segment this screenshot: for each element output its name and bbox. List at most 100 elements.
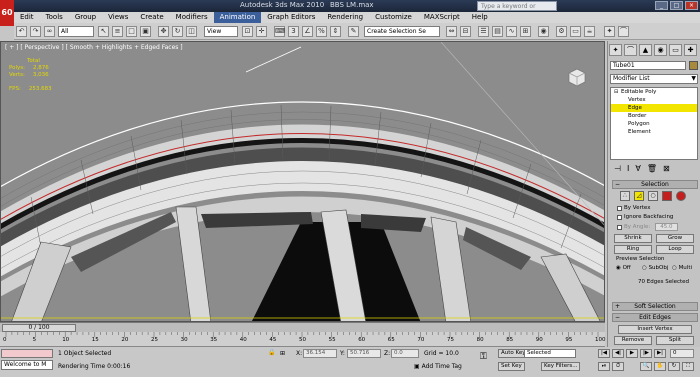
stack-item-vertex[interactable]: Vertex <box>611 96 697 104</box>
configure-sets-icon[interactable]: ⊠ <box>663 164 670 178</box>
modifier-list-dropdown[interactable]: Modifier List ▼ <box>610 74 698 84</box>
menu-rendering[interactable]: Rendering <box>321 12 369 23</box>
percent-snap-icon[interactable]: % <box>316 26 327 37</box>
edit-edges-rollout-header[interactable]: − Edit Edges <box>612 313 698 322</box>
scale-icon[interactable]: ◫ <box>186 26 197 37</box>
by-vertex-checkbox[interactable]: By Vertex <box>617 205 650 211</box>
viewport-label[interactable]: [ + ] [ Perspective ] [ Smooth + Highlig… <box>5 44 183 51</box>
angle-snap-icon[interactable]: ∠ <box>302 26 313 37</box>
current-frame-field[interactable]: 0 <box>670 349 694 358</box>
zoom-viewport-icon[interactable]: 🔍 <box>640 362 652 371</box>
rendered-frame-icon[interactable]: ▭ <box>570 26 581 37</box>
split-button[interactable]: Split <box>656 336 694 345</box>
keyboard-shortcut-icon[interactable]: ⌨ <box>274 26 285 37</box>
rotate-icon[interactable]: ↻ <box>172 26 183 37</box>
key-filters-button[interactable]: Key Filters... <box>541 362 581 371</box>
by-angle-checkbox[interactable]: By Angle: 45.0 <box>617 223 678 231</box>
move-icon[interactable]: ✥ <box>158 26 169 37</box>
menu-views[interactable]: Views <box>102 12 134 23</box>
lock-icon[interactable]: 🔒 <box>268 349 275 356</box>
graphite-icon[interactable]: ▤ <box>492 26 503 37</box>
utilities-tab-icon[interactable]: ✚ <box>684 44 697 56</box>
add-time-tag-button[interactable]: ▣ Add Time Tag <box>414 363 462 370</box>
menu-animation[interactable]: Animation <box>213 12 262 23</box>
mirror-icon[interactable]: ⇔ <box>446 26 457 37</box>
stack-item-polygon[interactable]: Polygon <box>611 120 697 128</box>
link-icon[interactable]: ∞ <box>44 26 55 37</box>
menu-help[interactable]: Help <box>466 12 494 23</box>
ring-button[interactable]: Ring <box>614 245 652 254</box>
border-level-icon[interactable]: ○ <box>648 191 658 201</box>
maximize-button[interactable]: □ <box>670 1 683 10</box>
key-mode-icon[interactable]: ⏯ <box>598 362 610 371</box>
remove-modifier-icon[interactable]: 🗑 <box>647 164 657 178</box>
menu-tools[interactable]: Tools <box>40 12 69 23</box>
track-bar[interactable]: 0 5 10 15 20 25 30 35 40 45 50 55 60 65 70 75 80 85 90 95 10… <box>0 332 606 347</box>
menu-graph-editors[interactable]: Graph Editors <box>261 12 321 23</box>
time-slider[interactable]: 0 / 100 <box>2 324 76 332</box>
stack-item-edge[interactable]: Edge <box>611 104 697 112</box>
edge-level-icon[interactable]: ◿ <box>634 191 644 201</box>
cmd-create-tab-icon[interactable]: ✦ <box>604 26 615 37</box>
soft-selection-rollout-header[interactable]: + Soft Selection <box>612 302 698 311</box>
cmd-modify-tab-icon[interactable]: ⌒ <box>618 26 629 37</box>
display-tab-icon[interactable]: ▭ <box>669 44 682 56</box>
z-coordinate-field[interactable]: 0.0 <box>391 349 419 358</box>
transform-mode-icon[interactable]: ⊞ <box>280 350 285 357</box>
preview-multi-radio[interactable]: ○ Multi <box>672 265 692 271</box>
hierarchy-tab-icon[interactable]: ▲ <box>639 44 652 56</box>
redo-icon[interactable]: ↷ <box>30 26 41 37</box>
object-color-swatch[interactable] <box>689 61 698 70</box>
help-search-input[interactable]: Type a keyword or phrase <box>477 1 557 20</box>
schematic-icon[interactable]: ⊞ <box>520 26 531 37</box>
time-config-icon[interactable]: ⏱ <box>612 362 624 371</box>
selection-filter-dropdown[interactable]: All <box>58 26 94 37</box>
pan-viewport-icon[interactable]: ✋ <box>654 362 666 371</box>
render-icon[interactable]: ☕ <box>584 26 595 37</box>
element-level-icon[interactable] <box>676 191 686 201</box>
menu-modifiers[interactable]: Modifiers <box>170 12 214 23</box>
stack-item-border[interactable]: Border <box>611 112 697 120</box>
menu-group[interactable]: Group <box>69 12 102 23</box>
next-frame-icon[interactable]: |▶ <box>640 349 652 358</box>
select-by-name-icon[interactable]: ≡ <box>112 26 123 37</box>
modify-tab-icon[interactable]: ⌒ <box>624 44 637 56</box>
close-button[interactable]: × <box>685 1 698 10</box>
remove-button[interactable]: Remove <box>614 336 652 345</box>
preview-off-radio[interactable]: ◉ Off <box>616 265 631 271</box>
preview-subobj-radio[interactable]: ○ SubObj <box>642 265 668 271</box>
goto-end-icon[interactable]: ▶| <box>654 349 666 358</box>
edit-named-sel-icon[interactable]: ✎ <box>348 26 359 37</box>
object-name-field[interactable]: Tube01 <box>610 61 686 70</box>
grow-button[interactable]: Grow <box>656 234 694 243</box>
rect-selection-icon[interactable]: □ <box>126 26 137 37</box>
make-unique-icon[interactable]: ∀ <box>635 164 640 178</box>
prev-frame-icon[interactable]: ◀| <box>612 349 624 358</box>
maxscript-welcome-field[interactable]: Welcome to M <box>1 360 53 370</box>
y-coordinate-field[interactable]: 50.716 <box>347 349 381 358</box>
x-coordinate-field[interactable]: 36.154 <box>303 349 337 358</box>
selection-rollout-header[interactable]: − Selection <box>612 180 698 189</box>
vertex-level-icon[interactable]: ∴ <box>620 191 630 201</box>
play-icon[interactable]: ▶ <box>626 349 638 358</box>
collapse-icon[interactable]: ⊟ <box>614 88 618 96</box>
orbit-viewport-icon[interactable]: ↻ <box>668 362 680 371</box>
named-selection-dropdown[interactable]: Create Selection Se <box>364 26 440 37</box>
loop-button[interactable]: Loop <box>656 245 694 254</box>
menu-customize[interactable]: Customize <box>369 12 418 23</box>
maximize-viewport-icon[interactable]: ⛶ <box>682 362 694 371</box>
window-crossing-icon[interactable]: ▣ <box>140 26 151 37</box>
create-tab-icon[interactable]: ✦ <box>609 44 622 56</box>
polygon-level-icon[interactable] <box>662 191 672 201</box>
viewcube-icon[interactable] <box>563 64 589 90</box>
perspective-viewport[interactable]: [ + ] [ Perspective ] [ Smooth + Highlig… <box>0 41 605 322</box>
pin-stack-icon[interactable]: ⊣ <box>614 164 621 178</box>
app-logo-button[interactable]: 60 <box>0 0 14 26</box>
stack-item-element[interactable]: Element <box>611 128 697 136</box>
snap-icon[interactable]: 3 <box>288 26 299 37</box>
show-end-result-icon[interactable]: Ι <box>627 164 629 178</box>
spinner-snap-icon[interactable]: ⇕ <box>330 26 341 37</box>
menu-create[interactable]: Create <box>134 12 169 23</box>
goto-start-icon[interactable]: |◀ <box>598 349 610 358</box>
curve-editor-icon[interactable]: ∿ <box>506 26 517 37</box>
